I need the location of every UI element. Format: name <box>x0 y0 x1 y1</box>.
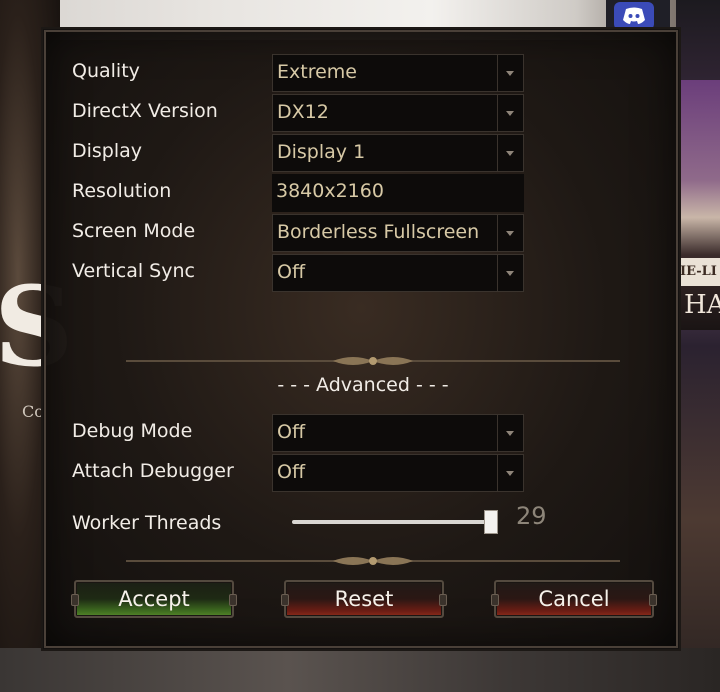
attach-debugger-row: Attach Debugger Off <box>46 454 680 492</box>
chevron-down-icon[interactable] <box>497 255 523 291</box>
ornament-divider <box>126 357 620 365</box>
worker-threads-slider[interactable] <box>292 520 492 524</box>
button-knob <box>71 594 79 606</box>
advanced-heading: - - - Advanced - - - <box>277 374 449 396</box>
button-knob <box>229 594 237 606</box>
chevron-down-icon[interactable] <box>497 215 523 251</box>
display-value: Display 1 <box>277 141 366 163</box>
directx-dropdown[interactable]: DX12 <box>272 94 524 132</box>
resolution-value: 3840x2160 <box>276 180 384 202</box>
attach-debugger-dropdown[interactable]: Off <box>272 454 524 492</box>
worker-threads-row: Worker Threads <box>46 506 680 544</box>
background-right-strip: IE-LI <box>680 258 720 286</box>
chevron-down-icon[interactable] <box>497 415 523 451</box>
screen-mode-value: Borderless Fullscreen <box>277 221 480 243</box>
worker-threads-slider-handle[interactable] <box>484 510 498 534</box>
attach-debugger-label: Attach Debugger <box>72 460 234 482</box>
vsync-row: Vertical Sync Off <box>46 254 680 292</box>
display-row: Display Display 1 <box>46 134 680 172</box>
reset-button[interactable]: Reset <box>281 580 447 618</box>
discord-icon[interactable] <box>614 2 654 30</box>
accept-button[interactable]: Accept <box>71 580 237 618</box>
button-knob <box>281 594 289 606</box>
background-right-title: HAT <box>684 290 720 320</box>
background-bottom-art <box>0 648 720 692</box>
screen-mode-label: Screen Mode <box>72 220 196 242</box>
vsync-value: Off <box>277 261 306 283</box>
chevron-down-icon[interactable] <box>497 95 523 131</box>
vsync-dropdown[interactable]: Off <box>272 254 524 292</box>
debug-mode-dropdown[interactable]: Off <box>272 414 524 452</box>
cancel-button[interactable]: Cancel <box>491 580 657 618</box>
attach-debugger-value: Off <box>277 461 306 483</box>
quality-value: Extreme <box>277 61 357 83</box>
directx-value: DX12 <box>277 101 329 123</box>
button-knob <box>649 594 657 606</box>
directx-row: DirectX Version DX12 <box>46 94 680 132</box>
resolution-field[interactable]: 3840x2160 <box>272 174 524 212</box>
background-small-text: Co <box>22 402 44 421</box>
resolution-label: Resolution <box>72 180 172 202</box>
ornament-divider <box>126 557 620 565</box>
quality-dropdown[interactable]: Extreme <box>272 54 524 92</box>
chevron-down-icon[interactable] <box>497 455 523 491</box>
chevron-down-icon[interactable] <box>497 135 523 171</box>
vsync-label: Vertical Sync <box>72 260 195 282</box>
screen-mode-dropdown[interactable]: Borderless Fullscreen <box>272 214 524 252</box>
screen-mode-row: Screen Mode Borderless Fullscreen <box>46 214 680 252</box>
chevron-down-icon[interactable] <box>497 55 523 91</box>
debug-mode-value: Off <box>277 421 306 443</box>
worker-threads-label: Worker Threads <box>72 512 222 534</box>
debug-mode-label: Debug Mode <box>72 420 193 442</box>
debug-mode-row: Debug Mode Off <box>46 414 680 452</box>
graphics-settings-dialog: Quality Extreme DirectX Version DX12 Dis… <box>43 29 680 649</box>
button-knob <box>491 594 499 606</box>
quality-row: Quality Extreme <box>46 54 680 92</box>
reset-button-label: Reset <box>334 587 394 611</box>
directx-label: DirectX Version <box>72 100 218 122</box>
cancel-button-label: Cancel <box>538 587 610 611</box>
display-dropdown[interactable]: Display 1 <box>272 134 524 172</box>
resolution-row: Resolution 3840x2160 <box>46 174 680 212</box>
display-label: Display <box>72 140 143 162</box>
accept-button-label: Accept <box>118 587 190 611</box>
button-knob <box>439 594 447 606</box>
quality-label: Quality <box>72 60 140 82</box>
worker-threads-value: 29 <box>516 502 547 530</box>
